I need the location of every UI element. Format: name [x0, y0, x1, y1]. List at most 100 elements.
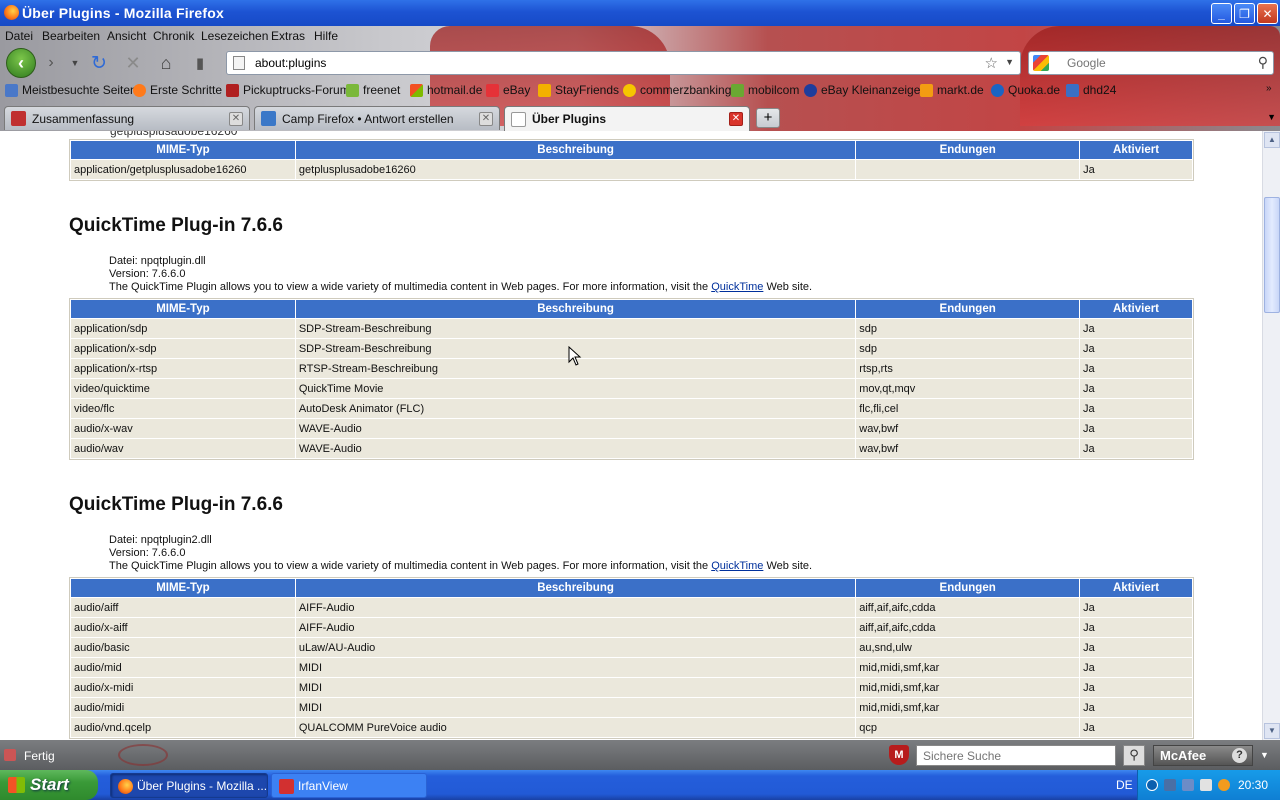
url-dropdown-icon[interactable]: ▼ [1005, 57, 1014, 67]
mcafee-shield-icon[interactable]: M [889, 745, 909, 765]
address-bar[interactable]: ☆ ▼ [226, 51, 1021, 75]
tab-ueber-plugins[interactable]: Über Plugins ✕ [504, 106, 750, 131]
safe-search-input[interactable] [921, 748, 1111, 764]
home-button[interactable]: ⌂ [155, 52, 177, 74]
table-row: application/x-sdp SDP-Stream-Beschreibung… [70, 338, 1193, 359]
table-row: audio/x-aiff AIFF-Audio aiff,aif,aifc,cdda… [70, 617, 1193, 638]
window-title-bar[interactable]: Über Plugins - Mozilla Firefox _ ❐ ✕ [0, 0, 1280, 26]
bookmark-dhd24[interactable]: dhd24 [1066, 83, 1116, 97]
cell-mime-type: audio/aiff [70, 597, 296, 618]
cell-mime-type: audio/wav [70, 438, 296, 459]
bookmark-erste-schritte[interactable]: Erste Schritte [133, 83, 222, 97]
status-bar: Fertig M ⚲ McAfee ? ▼ [0, 740, 1280, 770]
scrollbar-thumb[interactable] [1264, 197, 1280, 313]
tab-camp-firefox[interactable]: Camp Firefox • Antwort erstellen ✕ [254, 106, 500, 130]
stop-button[interactable]: ✕ [122, 52, 144, 74]
mime-table-getplusplus: MIME-Typ Beschreibung Endungen Aktiviert… [69, 139, 1194, 181]
windows-logo-icon [8, 777, 25, 793]
tray-network-icon[interactable] [1164, 779, 1176, 791]
menu-bearbeiten[interactable]: Bearbeiten [42, 29, 100, 43]
bar-chart-icon: ▮ [195, 55, 205, 72]
bookmark-star-icon[interactable]: ☆ [985, 54, 998, 72]
mime-table-quicktime-1: MIME-Typ Beschreibung Endungen Aktiviert… [69, 298, 1194, 460]
bookmark-ebay[interactable]: eBay [486, 83, 530, 97]
google-engine-icon[interactable] [1033, 55, 1049, 71]
tab-list-icon[interactable]: ▼ [1267, 112, 1276, 122]
bookmark-markt[interactable]: markt.de [920, 83, 984, 97]
safe-search-button[interactable]: ⚲ [1123, 745, 1145, 766]
close-tab-icon[interactable]: ✕ [729, 112, 743, 126]
bookmarks-toolbar-button[interactable]: ▮ [189, 52, 211, 74]
language-indicator[interactable]: DE [1116, 778, 1133, 792]
tab-favicon [261, 111, 276, 126]
arrow-left-icon: ‹ [18, 52, 24, 73]
table-row: audio/wav WAVE-Audio wav,bwf Ja [70, 438, 1193, 459]
start-button[interactable]: Start [0, 770, 98, 800]
quicktime-link[interactable]: QuickTime [711, 560, 763, 572]
search-bar[interactable]: ⚲ [1028, 51, 1274, 75]
menu-chronik[interactable]: Chronik [153, 29, 194, 43]
cell-enabled: Ja [1079, 418, 1193, 439]
back-button[interactable]: ‹ [6, 48, 36, 78]
table-row: audio/mid MIDI mid,midi,smf,kar Ja [70, 657, 1193, 678]
taskbar-item-firefox[interactable]: Über Plugins - Mozilla ... [110, 773, 268, 798]
taskbar-item-irfanview[interactable]: IrfanView [271, 773, 427, 798]
url-input[interactable] [253, 55, 953, 71]
bookmark-commerzbanking[interactable]: commerzbanking [623, 83, 731, 97]
tray-display-icon[interactable] [1182, 779, 1194, 791]
system-tray: 20:30 [1137, 770, 1280, 800]
minimize-button[interactable]: _ [1211, 3, 1232, 24]
menu-datei[interactable]: Datei [5, 29, 33, 43]
tray-avira-icon[interactable] [1218, 779, 1230, 791]
bookmark-meistbesuchte[interactable]: Meistbesuchte Seiten [5, 83, 137, 97]
header-beschreibung: Beschreibung [294, 140, 857, 160]
close-window-button[interactable]: ✕ [1257, 3, 1278, 24]
tab-zusammenfassung[interactable]: Zusammenfassung ✕ [4, 106, 250, 130]
quicktime-link[interactable]: QuickTime [711, 281, 763, 293]
maximize-button[interactable]: ❐ [1234, 3, 1255, 24]
cell-mime-type: audio/x-midi [70, 677, 296, 698]
search-input[interactable] [1065, 55, 1245, 71]
bookmark-mobilcom[interactable]: mobilcom [731, 83, 799, 97]
close-tab-icon[interactable]: ✕ [229, 112, 243, 126]
menu-extras[interactable]: Extras [271, 29, 305, 43]
persona-logo [118, 744, 168, 766]
new-tab-button[interactable]: + [756, 108, 780, 128]
bookmarks-overflow-icon[interactable]: » [1266, 83, 1272, 94]
cell-extensions: mid,midi,smf,kar [855, 657, 1081, 678]
table-row: audio/aiff AIFF-Audio aiff,aif,aifc,cdda Ja [70, 597, 1193, 618]
tray-volume-icon[interactable] [1200, 779, 1212, 791]
cell-description: MIDI [294, 657, 857, 678]
menu-lesezeichen[interactable]: Lesezeichen [201, 29, 268, 43]
table-row: application/x-rtsp RTSP-Stream-Beschreibu… [70, 358, 1193, 379]
cell-mime-type: audio/vnd.qcelp [70, 717, 296, 738]
cell-description: MIDI [294, 697, 857, 718]
menu-ansicht[interactable]: Ansicht [107, 29, 146, 43]
tray-expand-icon[interactable] [1146, 779, 1158, 791]
search-icon[interactable]: ⚲ [1258, 54, 1268, 71]
scroll-down-icon[interactable]: ▼ [1264, 723, 1280, 739]
plugin-file: Datei: npqtplugin2.dll [109, 534, 212, 546]
scroll-up-icon[interactable]: ▲ [1264, 132, 1280, 148]
menu-hilfe[interactable]: Hilfe [314, 29, 338, 43]
bookmark-pickuptrucks[interactable]: Pickuptrucks-Forum [226, 83, 350, 97]
plugin-version: Version: 7.6.6.0 [109, 268, 186, 280]
safe-search-box[interactable] [916, 745, 1116, 766]
cell-description: AutoDesk Animator (FLC) [294, 398, 857, 419]
mcafee-siteadvisor[interactable]: McAfee ? [1153, 745, 1253, 766]
history-dropdown[interactable]: ▼ [64, 52, 86, 74]
bookmark-ebay-kleinanzeigen[interactable]: eBay Kleinanzeigen [804, 83, 927, 97]
vertical-scrollbar[interactable]: ▲ ▼ [1262, 131, 1280, 740]
bookmark-freenet[interactable]: freenet [346, 83, 400, 97]
forward-button[interactable]: › [40, 52, 62, 74]
chevron-down-icon: ▼ [70, 58, 80, 68]
close-tab-icon[interactable]: ✕ [479, 112, 493, 126]
bookmark-hotmail[interactable]: hotmail.de [410, 83, 482, 97]
cell-mime-type: application/sdp [70, 318, 296, 339]
chevron-down-icon[interactable]: ▼ [1260, 750, 1269, 760]
bookmark-quoka[interactable]: Quoka.de [991, 83, 1060, 97]
help-icon[interactable]: ? [1232, 748, 1247, 763]
bookmark-stayfriends[interactable]: StayFriends [538, 83, 619, 97]
cell-extensions: sdp [855, 318, 1081, 339]
reload-button[interactable]: ↻ [88, 52, 110, 74]
